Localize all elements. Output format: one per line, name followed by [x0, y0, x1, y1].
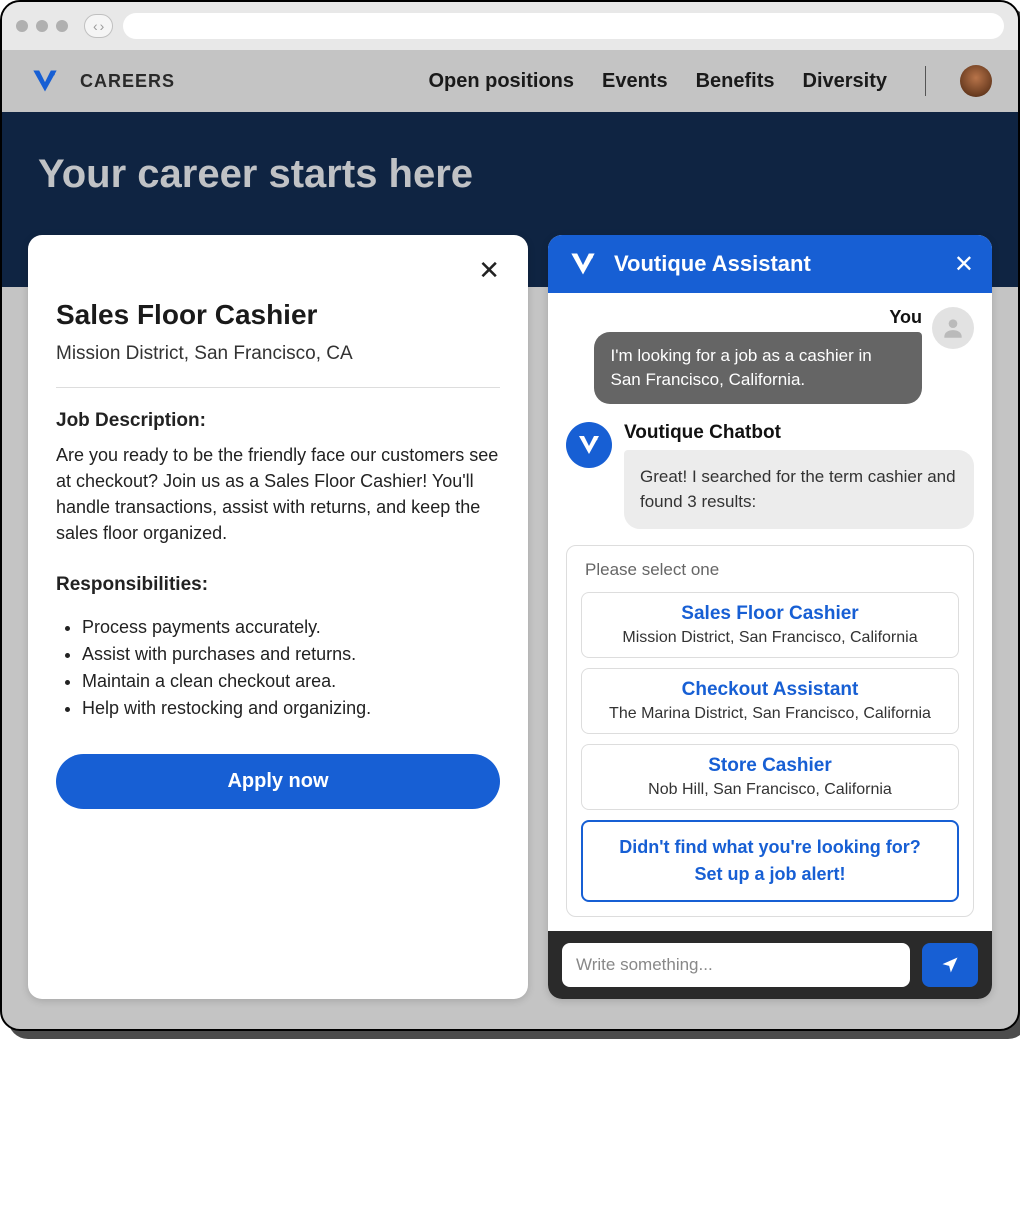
bot-avatar-icon [566, 422, 612, 468]
bot-name: Voutique Chatbot [624, 422, 974, 444]
chat-close-icon[interactable]: ✕ [954, 250, 974, 279]
chat-card: Voutique Assistant ✕ You I'm looking for… [548, 235, 992, 999]
browser-frame: ‹ › CAREERS Open positions Events Benefi… [0, 0, 1020, 1031]
alert-line-2: Set up a job alert! [595, 861, 945, 888]
close-icon[interactable]: ✕ [478, 257, 500, 283]
responsibility-item: Help with restocking and organizing. [82, 695, 500, 722]
browser-chrome: ‹ › [2, 2, 1018, 50]
hero-title: Your career starts here [38, 152, 982, 197]
results-prompt: Please select one [581, 560, 959, 580]
result-location: The Marina District, San Francisco, Cali… [594, 705, 946, 723]
result-location: Nob Hill, San Francisco, California [594, 781, 946, 799]
results-frame: Please select one Sales Floor Cashier Mi… [566, 545, 974, 917]
nav-diversity[interactable]: Diversity [803, 70, 888, 93]
send-button[interactable] [922, 943, 978, 987]
responsibilities-label: Responsibilities: [56, 574, 500, 596]
nav-benefits[interactable]: Benefits [696, 70, 775, 93]
responsibility-item: Process payments accurately. [82, 614, 500, 641]
responsibility-item: Assist with purchases and returns. [82, 641, 500, 668]
traffic-light-close[interactable] [16, 20, 28, 32]
chat-input[interactable] [562, 943, 910, 987]
result-title: Store Cashier [594, 755, 946, 777]
site-header: CAREERS Open positions Events Benefits D… [2, 50, 1018, 112]
careers-label: CAREERS [80, 71, 175, 92]
chat-body: You I'm looking for a job as a cashier i… [548, 293, 992, 931]
chat-header: Voutique Assistant ✕ [548, 235, 992, 293]
chat-logo-icon [566, 247, 600, 281]
nav-links: Open positions Events Benefits Diversity [428, 65, 992, 97]
divider [56, 387, 500, 388]
traffic-light-maximize[interactable] [56, 20, 68, 32]
user-message-row: You I'm looking for a job as a cashier i… [566, 307, 974, 404]
url-bar[interactable] [123, 13, 1004, 39]
job-description-label: Job Description: [56, 410, 500, 432]
responsibilities-list: Process payments accurately. Assist with… [56, 614, 500, 722]
send-icon [940, 955, 960, 975]
responsibility-item: Maintain a clean checkout area. [82, 668, 500, 695]
traffic-light-minimize[interactable] [36, 20, 48, 32]
chat-title: Voutique Assistant [614, 251, 940, 277]
job-card: ✕ Sales Floor Cashier Mission District, … [28, 235, 528, 999]
logo-icon [28, 64, 62, 98]
result-location: Mission District, San Francisco, Califor… [594, 629, 946, 647]
job-alert-button[interactable]: Didn't find what you're looking for? Set… [581, 820, 959, 902]
job-location: Mission District, San Francisco, CA [56, 343, 500, 365]
alert-line-1: Didn't find what you're looking for? [595, 834, 945, 861]
result-title: Checkout Assistant [594, 679, 946, 701]
chevron-left-icon: ‹ [93, 18, 98, 34]
result-item-checkout-assistant[interactable]: Checkout Assistant The Marina District, … [581, 668, 959, 734]
nav-open-positions[interactable]: Open positions [428, 70, 574, 93]
bot-message-bubble: Great! I searched for the term cashier a… [624, 450, 974, 529]
job-description: Are you ready to be the friendly face ou… [56, 442, 500, 546]
traffic-lights [16, 20, 68, 32]
result-item-store-cashier[interactable]: Store Cashier Nob Hill, San Francisco, C… [581, 744, 959, 810]
bot-message-row: Voutique Chatbot Great! I searched for t… [566, 422, 974, 529]
nav-events[interactable]: Events [602, 70, 668, 93]
user-avatar-icon [932, 307, 974, 349]
you-label: You [889, 307, 922, 328]
user-message-bubble: I'm looking for a job as a cashier in Sa… [594, 332, 922, 404]
chat-input-bar [548, 931, 992, 999]
result-title: Sales Floor Cashier [594, 603, 946, 625]
content-row: ✕ Sales Floor Cashier Mission District, … [2, 235, 1018, 1029]
avatar[interactable] [960, 65, 992, 97]
nav-arrows[interactable]: ‹ › [84, 14, 113, 38]
job-title: Sales Floor Cashier [56, 299, 500, 331]
chevron-right-icon: › [100, 18, 105, 34]
apply-button[interactable]: Apply now [56, 754, 500, 809]
nav-divider [925, 66, 926, 96]
result-item-sales-floor-cashier[interactable]: Sales Floor Cashier Mission District, Sa… [581, 592, 959, 658]
